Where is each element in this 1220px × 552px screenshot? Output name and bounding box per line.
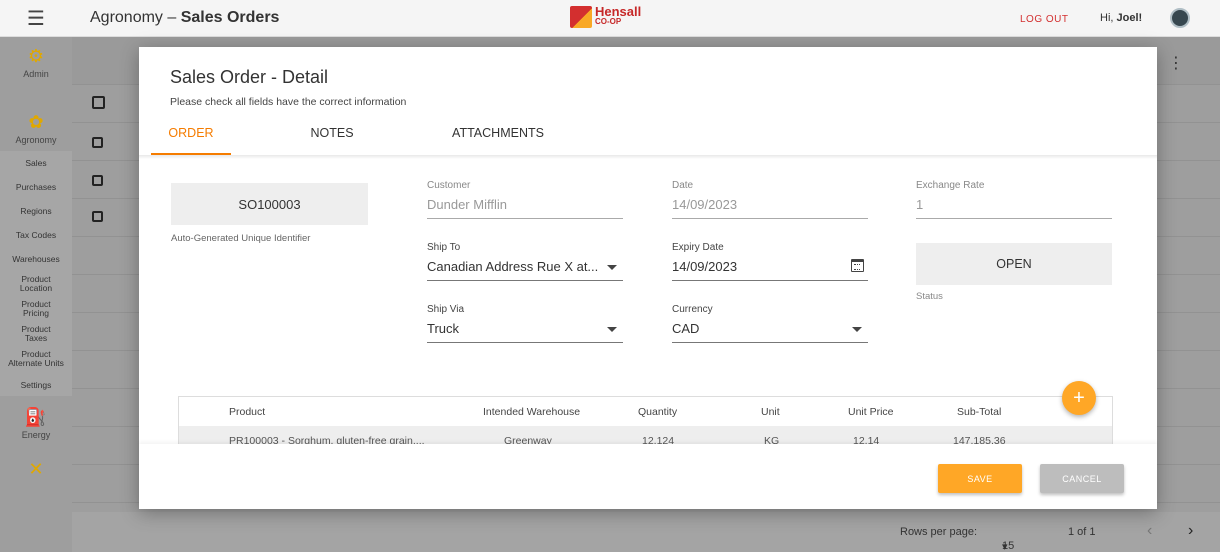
rows-per-page-label: Rows per page:	[900, 526, 978, 538]
order-lines-header: Product Intended Warehouse Quantity Unit…	[179, 397, 1112, 426]
more-options-icon[interactable]: ⋮	[1168, 53, 1184, 73]
nav-item-agronomy[interactable]: ✿ Agronomy	[0, 85, 72, 151]
page-info: 1 of 1	[1068, 526, 1096, 538]
hensall-logo: Hensall CO-OP	[570, 4, 642, 28]
caret-down-icon: ▾	[1002, 541, 1008, 552]
expiry-date-label: Expiry Date	[672, 242, 724, 253]
tabs-divider	[139, 155, 1157, 159]
greeting-prefix: Hi,	[1100, 12, 1117, 24]
nav-label-energy: Energy	[21, 430, 51, 440]
left-sidebar: ⚙ Admin ✿ Agronomy Sales Purchases Regio…	[0, 37, 72, 552]
sidebar-item-product-alternate-units[interactable]: Product Alternate Units	[0, 345, 72, 370]
save-button[interactable]: SAVE	[938, 464, 1022, 493]
currency-label: Currency	[672, 304, 713, 315]
gear-icon: ⚙	[27, 46, 45, 66]
logo-brand-sub: CO-OP	[595, 17, 622, 26]
sidebar-item-sales[interactable]: Sales	[0, 151, 72, 172]
add-line-button[interactable]: +	[1062, 381, 1096, 415]
ship-to-value: Canadian Address Rue X at...	[427, 259, 599, 274]
menu-icon[interactable]: ☰	[0, 6, 72, 31]
calendar-icon[interactable]	[851, 259, 864, 272]
column-header-unit-price: Unit Price	[848, 406, 894, 418]
select-all-checkbox[interactable]	[92, 96, 105, 109]
caret-down-icon	[607, 265, 617, 270]
tab-attachments[interactable]: ATTACHMENTS	[433, 117, 563, 155]
user-greeting: Hi, Joel!	[1100, 12, 1142, 24]
order-id-box: SO100003	[171, 183, 368, 225]
ship-via-select[interactable]: Ship Via Truck	[427, 304, 623, 343]
currency-value: CAD	[672, 321, 700, 336]
agronomy-subnav: Sales Purchases Regions Tax Codes Wareho…	[0, 151, 72, 396]
dialog-subtitle: Please check all fields have the correct…	[170, 96, 407, 108]
top-app-bar: ☰ Agronomy – Sales Orders Hensall CO-OP …	[0, 0, 1220, 37]
customer-field: Customer Dunder Mifflin	[427, 180, 623, 219]
date-field: Date 14/09/2023	[672, 180, 868, 219]
nav-item-energy[interactable]: ⛽ Energy	[0, 396, 72, 446]
exchange-rate-value: 1	[916, 197, 924, 212]
column-header-sub-total: Sub-Total	[957, 406, 1002, 418]
sidebar-item-product-taxes[interactable]: Product Taxes	[0, 320, 72, 345]
plus-icon: +	[1073, 386, 1085, 409]
column-header-unit: Unit	[761, 406, 780, 418]
table-pagination: Rows per page: 15 ▾ 1 of 1 ‹ ›	[72, 512, 1220, 552]
exchange-rate-field: Exchange Rate 1	[916, 180, 1112, 219]
page-title: Agronomy – Sales Orders	[90, 9, 279, 27]
nav-label-agronomy: Agronomy	[15, 135, 57, 145]
fork-knife-icon: ✕	[28, 459, 44, 479]
ship-to-label: Ship To	[427, 242, 461, 253]
sidebar-item-product-pricing[interactable]: Product Pricing	[0, 295, 72, 320]
chevron-left-icon[interactable]: ‹	[1147, 522, 1152, 540]
nav-item-food[interactable]: ✕	[0, 446, 72, 484]
row-checkbox[interactable]	[92, 137, 103, 148]
sidebar-item-product-location[interactable]: Product Location	[0, 268, 72, 295]
exchange-rate-label: Exchange Rate	[916, 180, 985, 191]
column-header-quantity: Quantity	[638, 406, 678, 418]
expiry-date-field[interactable]: Expiry Date 14/09/2023	[672, 242, 868, 281]
page-title-bold: Sales Orders	[180, 9, 280, 26]
date-label: Date	[672, 180, 694, 191]
avatar[interactable]	[1170, 8, 1190, 28]
status-badge: OPEN	[916, 243, 1112, 285]
sidebar-item-regions[interactable]: Regions	[0, 196, 72, 220]
ship-via-value: Truck	[427, 321, 460, 336]
energy-icon: ⛽	[24, 407, 48, 427]
column-header-warehouse: Intended Warehouse	[483, 406, 581, 418]
status-caption: Status	[916, 291, 943, 302]
cancel-button[interactable]: CANCEL	[1040, 464, 1124, 493]
logout-button[interactable]: LOG OUT	[1020, 14, 1069, 25]
row-checkbox[interactable]	[92, 211, 103, 222]
row-checkbox[interactable]	[92, 175, 103, 186]
currency-select[interactable]: Currency CAD	[672, 304, 868, 343]
dialog-tabs: ORDER NOTES ATTACHMENTS	[151, 117, 563, 155]
nav-item-admin[interactable]: ⚙ Admin	[0, 37, 72, 85]
plant-icon: ✿	[28, 112, 44, 132]
chevron-right-icon[interactable]: ›	[1188, 522, 1193, 540]
sales-order-detail-dialog: Sales Order - Detail Please check all fi…	[139, 47, 1157, 509]
sidebar-item-purchases[interactable]: Purchases	[0, 172, 72, 196]
customer-value: Dunder Mifflin	[427, 197, 507, 212]
tab-order[interactable]: ORDER	[151, 117, 231, 155]
caret-down-icon	[852, 327, 862, 332]
column-header-product: Product	[229, 406, 266, 418]
expiry-date-value: 14/09/2023	[672, 259, 738, 274]
logo-brand-name: Hensall	[595, 4, 642, 19]
logo-mark-icon	[570, 6, 592, 28]
order-id-caption: Auto-Generated Unique Identifier	[171, 233, 311, 244]
ship-via-label: Ship Via	[427, 304, 465, 315]
nav-label-admin: Admin	[23, 69, 49, 79]
date-value: 14/09/2023	[672, 197, 738, 212]
user-name: Joel!	[1116, 12, 1143, 24]
caret-down-icon	[607, 327, 617, 332]
sidebar-item-tax-codes[interactable]: Tax Codes	[0, 220, 72, 244]
dialog-actions: SAVE CANCEL	[139, 444, 1157, 509]
tab-notes[interactable]: NOTES	[231, 117, 433, 155]
sidebar-item-warehouses[interactable]: Warehouses	[0, 244, 72, 268]
page-title-prefix: Agronomy –	[90, 9, 181, 26]
dialog-title: Sales Order - Detail	[170, 67, 329, 87]
order-lines-table: Product Intended Warehouse Quantity Unit…	[178, 396, 1113, 450]
sidebar-item-settings[interactable]: Settings	[0, 370, 72, 396]
customer-label: Customer	[427, 180, 471, 191]
ship-to-select[interactable]: Ship To Canadian Address Rue X at...	[427, 242, 623, 281]
